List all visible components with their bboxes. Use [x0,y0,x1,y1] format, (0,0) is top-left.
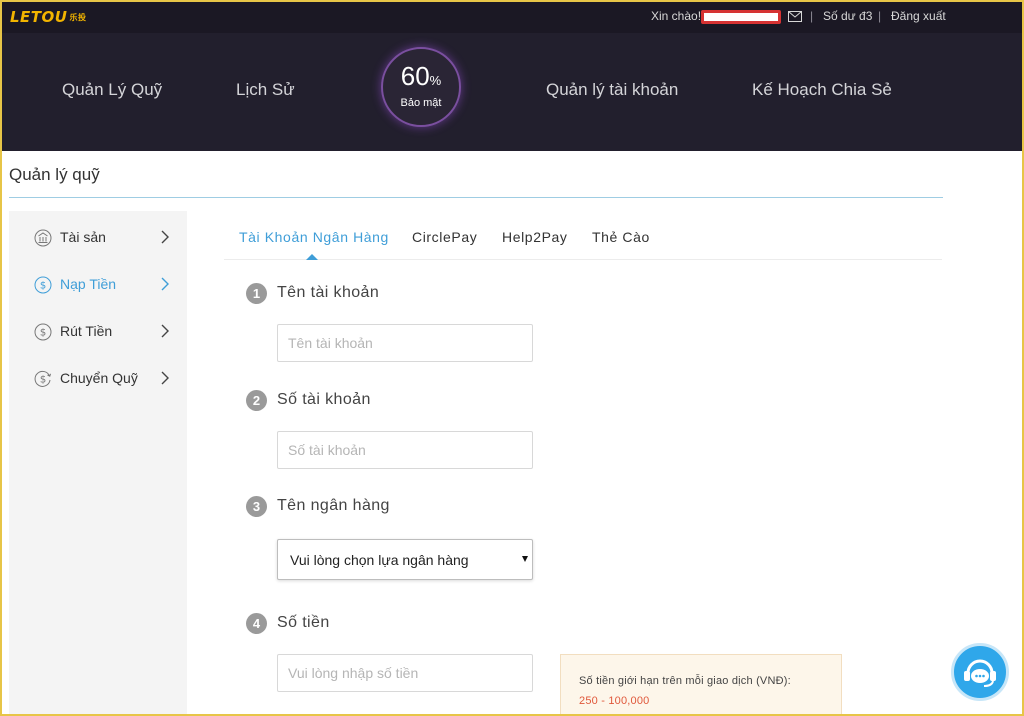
sidebar: Tài sản $ Nạp Tiền $ Rút Tiền $ Chuyển Q… [9,211,187,716]
account-number-input[interactable] [277,431,533,469]
mail-icon[interactable] [788,11,802,22]
step-number: 1 [246,283,267,304]
chevron-right-icon [161,277,169,291]
page-title: Quản lý quỹ [9,165,100,184]
nav-item-sharing-plan[interactable]: Kế Hoạch Chia Sẻ [752,80,892,100]
security-meter[interactable]: 60% Bảo mật [381,47,461,127]
step-label-account-number: Số tài khoản [277,391,371,408]
chevron-right-icon [161,230,169,244]
limit-range: 250 - 100,000 [579,695,650,707]
security-label: Bảo mật [400,97,442,109]
nav-item-history[interactable]: Lịch Sử [236,80,295,100]
bank-icon [34,229,52,247]
active-tab-indicator [306,254,318,260]
username-redacted [701,10,781,24]
svg-text:$: $ [40,375,46,386]
security-percent: 60% [400,61,442,91]
step-label-amount: Số tiền [277,614,330,631]
logo[interactable]: LETOU 乐投 [10,8,86,26]
tab-help2pay[interactable]: Help2Pay [502,229,568,245]
separator: | [878,9,882,23]
sidebar-item-label: Chuyển Quỹ [60,370,138,386]
svg-text:$: $ [40,328,46,339]
top-bar: LETOU 乐投 Xin chào! | Số dư đ3 | Đăng xuất [0,0,1024,33]
sidebar-item-deposit[interactable]: $ Nạp Tiền [9,270,187,300]
coin-deposit-icon: $ [34,276,52,294]
step-label-account-name: Tên tài khoản [277,284,380,301]
chevron-right-icon [161,324,169,338]
amount-input[interactable] [277,654,533,692]
sidebar-item-label: Nạp Tiền [60,276,117,292]
limit-info-text: Số tiền giới hạn trên mỗi giao dịch (VNĐ… [579,675,791,687]
title-divider [9,197,943,198]
step-number: 4 [246,613,267,634]
payment-tabs: Tài Khoản Ngân Hàng CirclePay Help2Pay T… [224,224,942,260]
nav-item-account-management[interactable]: Quản lý tài khoản [546,80,678,100]
greeting-text: Xin chào! [651,9,702,23]
tab-bank-account[interactable]: Tài Khoản Ngân Hàng [239,229,389,245]
dropdown-arrow-icon [522,556,528,562]
sidebar-item-withdraw[interactable]: $ Rút Tiền [9,317,187,347]
support-chat-button[interactable] [951,643,1009,701]
svg-text:$: $ [40,281,46,292]
bank-select-value: Vui lòng chọn lựa ngân hàng [290,552,469,568]
step-number: 3 [246,496,267,517]
coin-withdraw-icon: $ [34,323,52,341]
limit-info-box: Số tiền giới hạn trên mỗi giao dịch (VNĐ… [560,654,842,716]
step-number: 2 [246,390,267,411]
logout-link[interactable]: Đăng xuất [891,9,946,23]
separator: | [810,9,814,23]
coin-transfer-icon: $ [34,370,51,387]
sidebar-item-assets[interactable]: Tài sản [9,223,187,253]
sidebar-item-label: Tài sản [60,229,106,245]
step-label-bank-name: Tên ngân hàng [277,497,390,514]
nav-item-fund-management[interactable]: Quản Lý Quỹ [62,80,162,100]
bank-select[interactable]: Vui lòng chọn lựa ngân hàng [277,539,533,580]
account-name-input[interactable] [277,324,533,362]
tab-scratch-card[interactable]: Thẻ Cào [592,229,650,245]
balance-text: Số dư đ3 [823,9,873,23]
sidebar-item-label: Rút Tiền [60,323,113,339]
sidebar-item-transfer[interactable]: $ Chuyển Quỹ [9,364,187,394]
chevron-right-icon [161,371,169,385]
tab-circlepay[interactable]: CirclePay [412,229,477,245]
main-nav: Quản Lý Quỹ Lịch Sử 60% Bảo mật Quản lý … [0,33,1024,151]
headset-chat-icon [964,659,996,687]
